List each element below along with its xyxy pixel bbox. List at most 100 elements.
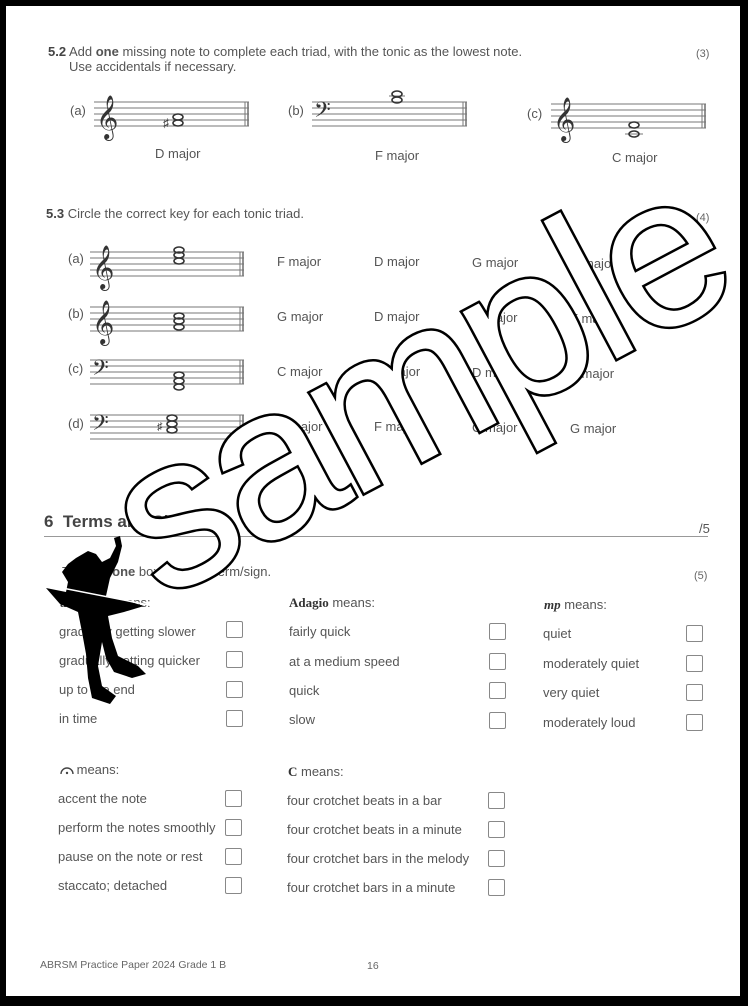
option-label: fairly quick (289, 624, 351, 639)
tick-box[interactable] (225, 790, 242, 807)
q53d-option[interactable]: F major (374, 419, 418, 434)
fermata-icon (60, 766, 74, 775)
q53c-staff-svg: 𝄢 (90, 356, 244, 391)
tick-box[interactable] (488, 850, 505, 867)
q53d-option[interactable]: D major (277, 419, 323, 434)
page-number: 16 (367, 960, 379, 972)
tick-box[interactable] (226, 651, 243, 668)
tick-box[interactable] (225, 819, 242, 836)
q52-number: 5.2 (48, 44, 67, 59)
term-heading: means: (60, 762, 119, 777)
q52a-staff-svg: 𝄞 ♯ (94, 95, 249, 141)
q53d-staff: 𝄢 ♯ (90, 406, 250, 456)
q53a-option[interactable]: C major (570, 256, 616, 271)
term-heading: a tempo means: (60, 595, 151, 611)
q53a-option[interactable]: D major (374, 254, 420, 269)
q53c-label: (c) (68, 361, 84, 376)
q52a-staff: 𝄞 ♯ (94, 92, 254, 142)
tick-box[interactable] (226, 710, 243, 727)
q53c-option[interactable]: C major (277, 364, 323, 379)
term-adagio: Adagio (289, 595, 329, 610)
section-name: Terms and Signs (62, 512, 199, 531)
q53a-label: (a) (68, 251, 84, 266)
section6-marks: (5) (694, 570, 708, 582)
option-label: gradually getting quicker (59, 653, 200, 668)
q53b-option[interactable]: C major (472, 310, 518, 325)
q52c-label: (c) (527, 106, 543, 121)
instruction-post: box for each term/sign. (135, 564, 272, 579)
footer-title: ABRSM Practice Paper 2024 Grade 1 B (40, 959, 227, 971)
option-label: moderately quiet (543, 656, 640, 671)
q52-text-post: missing note to complete each triad, wit… (118, 44, 523, 59)
option-label: four crotchet bars in a minute (287, 880, 456, 895)
section6-instruction: Tick (✓) one box for each term/sign. (62, 564, 271, 580)
q52c-staff-svg: 𝄞 (551, 97, 706, 143)
q53d-option[interactable]: C major (472, 420, 518, 435)
treble-clef-icon: 𝄞 (96, 95, 118, 141)
q52c-staff: 𝄞 (551, 94, 711, 144)
tick-box[interactable] (488, 792, 505, 809)
q52-marks: (3) (696, 48, 710, 60)
common-time-icon: C (288, 764, 298, 779)
q53a-staff: 𝄞 (90, 241, 250, 291)
option-label: perform the notes smoothly (58, 820, 216, 835)
q52c-key: C major (612, 150, 658, 165)
q52b-label: (b) (288, 103, 304, 118)
tick-box[interactable] (686, 684, 703, 701)
q53b-option[interactable]: D major (374, 309, 420, 324)
term-heading: Adagio means: (289, 595, 375, 611)
option-label: moderately loud (543, 715, 636, 730)
tick-box[interactable] (686, 655, 703, 672)
q53c-option[interactable]: F major (570, 366, 614, 381)
q52-instruction-line2: Use accidentals if necessary. (69, 59, 237, 74)
section-divider (44, 536, 708, 537)
tick-box[interactable] (686, 625, 703, 642)
q53a-option[interactable]: G major (472, 255, 518, 270)
q53b-option[interactable]: G major (277, 309, 323, 324)
term-mp: mp (544, 597, 561, 612)
tick-box[interactable] (686, 714, 703, 731)
term-heading: mp means: (544, 597, 607, 613)
q53b-label: (b) (68, 306, 84, 321)
instruction-bold: one (112, 564, 136, 579)
q53d-label: (d) (68, 416, 84, 431)
tick-box[interactable] (226, 621, 243, 638)
tick-box[interactable] (489, 653, 506, 670)
section-score: /5 (699, 521, 710, 536)
tick-box[interactable] (488, 879, 505, 896)
q53-number: 5.3 (46, 206, 65, 221)
q53a-staff-svg: 𝄞 (90, 245, 244, 291)
treble-clef-icon: 𝄞 (92, 245, 114, 291)
q53-text: Circle the correct key for each tonic tr… (67, 206, 304, 221)
q53-instruction: 5.3 Circle the correct key for each toni… (46, 206, 304, 222)
tick-box[interactable] (488, 821, 505, 838)
tick-box[interactable] (489, 623, 506, 640)
q53c-option[interactable]: D major (472, 365, 518, 380)
term-suffix: means: (104, 595, 151, 610)
q53a-option[interactable]: F major (277, 254, 321, 269)
q53-marks: (4) (696, 212, 710, 224)
section-title: 6 Terms and Signs (44, 512, 199, 532)
section-number: 6 (44, 512, 54, 531)
tick-box[interactable] (489, 712, 506, 729)
tick-box[interactable] (489, 682, 506, 699)
term-heading: C means: (288, 764, 344, 780)
exam-page: 5.2 Add one missing note to complete eac… (6, 6, 740, 996)
option-label: gradually getting slower (59, 624, 196, 639)
tick-box[interactable] (226, 681, 243, 698)
tick-box[interactable] (225, 848, 242, 865)
q52b-staff: 𝄢 (312, 90, 472, 140)
option-label: staccato; detached (58, 878, 168, 893)
bass-clef-icon: 𝄢 (92, 411, 109, 441)
q52-text-pre: Add (68, 44, 96, 59)
option-label: four crotchet beats in a minute (287, 822, 462, 837)
q53d-option[interactable]: G major (570, 421, 616, 436)
sharp-icon: ♯ (157, 421, 163, 433)
q53b-option[interactable]: F major (570, 311, 614, 326)
q52-text-bold: one (95, 44, 119, 59)
q53c-option[interactable]: G major (374, 364, 420, 379)
q52b-key: F major (375, 148, 420, 163)
tick-box[interactable] (225, 877, 242, 894)
q52a-label: (a) (70, 103, 86, 118)
q52a-key: D major (155, 146, 201, 161)
